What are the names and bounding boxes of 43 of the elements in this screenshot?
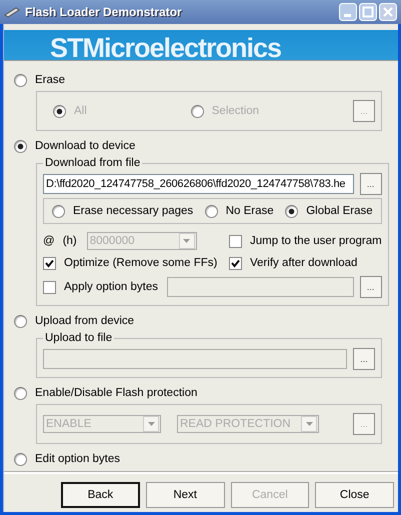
radio-label: All: [74, 105, 87, 117]
radio-label: Enable/Disable Flash protection: [35, 387, 198, 399]
dialog-button[interactable]: Back: [61, 482, 140, 508]
checkbox[interactable]: [43, 280, 56, 294]
group-title: Upload to file: [44, 332, 114, 344]
radio-label: Edit option bytes: [35, 453, 120, 465]
checkbox[interactable]: [43, 256, 56, 270]
option-bytes-field[interactable]: [167, 277, 354, 297]
radio-button[interactable]: [285, 204, 298, 218]
checkbox-label: Optimize (Remove some FFs): [64, 257, 218, 269]
radio-label: Upload from device: [35, 315, 134, 327]
dialog-button[interactable]: Close: [315, 482, 394, 508]
radio-button[interactable]: [14, 452, 27, 466]
browse-button[interactable]: ...: [360, 276, 382, 298]
radio-label: Erase necessary pages: [73, 205, 194, 217]
maximize-icon[interactable]: [359, 3, 377, 21]
radio-label: Selection: [212, 105, 260, 117]
caret-icon: [306, 422, 312, 426]
checkbox[interactable]: [229, 234, 242, 248]
file-path-field[interactable]: D:\ffd2020_124747758_260626806\ffd2020_124747758\783.he: [43, 174, 354, 194]
dialog-button[interactable]: Next: [146, 482, 225, 508]
checkbox-label: Apply option bytes: [64, 281, 158, 293]
radio-button[interactable]: [204, 204, 218, 218]
unit-label: (h): [62, 235, 77, 247]
close-icon[interactable]: [379, 3, 397, 21]
radio-button[interactable]: [14, 140, 27, 152]
app-icon: [4, 6, 20, 18]
radio-label: No Erase: [226, 205, 274, 217]
radio-label: Erase: [35, 74, 66, 86]
radio-label: Global Erase: [306, 205, 373, 217]
window-title: Flash Loader Demonstrator: [25, 5, 183, 19]
brand-logo-text: STMicroelectronics: [50, 34, 282, 60]
browse-button[interactable]: ...: [360, 173, 382, 195]
checkbox-label: Verify after download: [250, 257, 358, 269]
checkbox[interactable]: [229, 256, 242, 270]
radio-button[interactable]: [52, 204, 65, 218]
group-title: Download from file: [44, 157, 142, 169]
at-label: @: [43, 235, 55, 247]
checkbox-label: Jump to the user program: [250, 235, 382, 247]
caret-icon: [183, 239, 190, 243]
minimize-icon[interactable]: [339, 3, 357, 21]
radio-label: Download to device: [35, 140, 136, 152]
caret-icon: [148, 422, 154, 426]
